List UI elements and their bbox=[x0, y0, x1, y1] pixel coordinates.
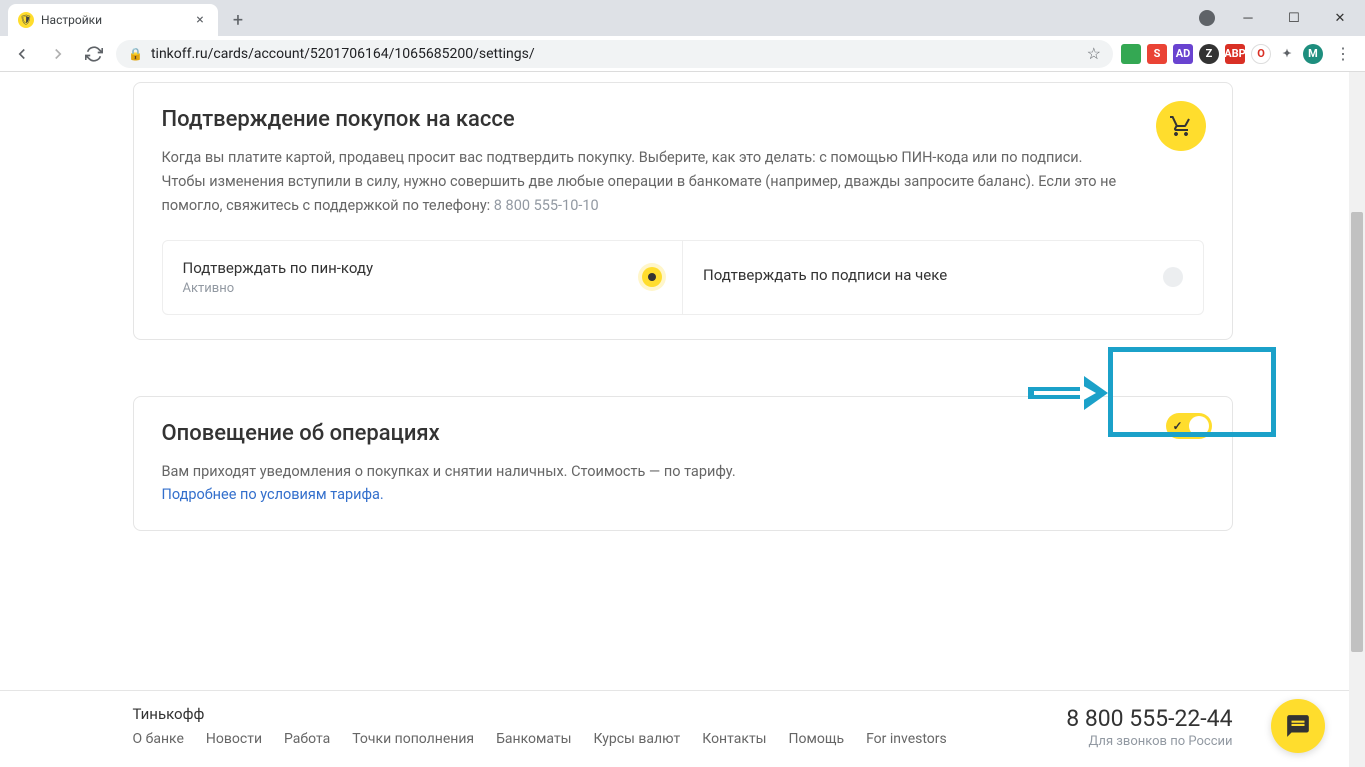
card-description: Вам приходят уведомления о покупках и сн… bbox=[162, 460, 1204, 506]
tariff-details-link[interactable]: Подробнее по условиям тарифа. bbox=[162, 486, 384, 503]
url-text: tinkoff.ru/cards/account/5201706164/1065… bbox=[151, 46, 535, 62]
extension-icon[interactable]: S bbox=[1147, 44, 1167, 64]
toggle-knob bbox=[1189, 416, 1209, 436]
card-description: Когда вы платите картой, продавец просит… bbox=[162, 146, 1122, 218]
scrollbar-thumb[interactable] bbox=[1351, 212, 1363, 652]
card-title: Подтверждение покупок на кассе bbox=[162, 107, 1204, 132]
footer-link[interactable]: Точки пополнения bbox=[352, 731, 474, 747]
browser-tab[interactable]: 🛡 Настройки × bbox=[8, 4, 218, 36]
footer-link[interactable]: Работа bbox=[284, 731, 330, 747]
maximize-button[interactable]: ☐ bbox=[1271, 3, 1317, 33]
footer-link[interactable]: Курсы валют bbox=[594, 731, 681, 747]
new-tab-button[interactable]: + bbox=[224, 6, 252, 34]
lock-icon: 🔒 bbox=[128, 47, 143, 61]
window-controls: ─ ☐ ✕ bbox=[1199, 0, 1365, 36]
reload-button[interactable] bbox=[80, 40, 108, 68]
minimize-button[interactable]: ─ bbox=[1225, 3, 1271, 33]
back-button[interactable] bbox=[8, 40, 36, 68]
account-circle-icon[interactable] bbox=[1199, 10, 1215, 26]
footer-link[interactable]: Помощь bbox=[789, 731, 845, 747]
extension-icon[interactable]: O bbox=[1251, 44, 1271, 64]
footer-link[interactable]: Банкоматы bbox=[496, 731, 571, 747]
footer-link[interactable]: О банке bbox=[133, 731, 184, 747]
purchase-confirmation-card: Подтверждение покупок на кассе Когда вы … bbox=[133, 82, 1233, 340]
bookmark-star-icon[interactable]: ☆ bbox=[1087, 44, 1101, 63]
browser-menu-button[interactable]: ⋮ bbox=[1329, 40, 1357, 68]
tab-title: Настройки bbox=[41, 13, 102, 27]
url-input[interactable]: 🔒 tinkoff.ru/cards/account/5201706164/10… bbox=[116, 40, 1113, 68]
extension-icon[interactable]: ABP bbox=[1225, 44, 1245, 64]
scrollbar-track[interactable] bbox=[1349, 72, 1365, 767]
extensions-puzzle-icon[interactable]: ✦ bbox=[1277, 44, 1297, 64]
option-title: Подтверждать по пин-коду bbox=[183, 259, 629, 277]
extension-icon[interactable] bbox=[1121, 44, 1141, 64]
option-subtitle: Активно bbox=[183, 281, 629, 296]
profile-avatar[interactable]: M bbox=[1303, 44, 1323, 64]
page-footer: Тинькофф О банке Новости Работа Точки попол… bbox=[0, 690, 1365, 767]
footer-phone: 8 800 555-22-44 bbox=[1066, 705, 1232, 732]
confirmation-options: Подтверждать по пин-коду Активно Подтвер… bbox=[162, 240, 1204, 315]
footer-brand: Тинькофф bbox=[133, 705, 1067, 723]
cart-icon bbox=[1156, 101, 1206, 151]
radio-unselected-icon bbox=[1163, 267, 1183, 287]
footer-link[interactable]: For investors bbox=[866, 731, 947, 747]
option-pin[interactable]: Подтверждать по пин-коду Активно bbox=[163, 241, 683, 314]
forward-button[interactable] bbox=[44, 40, 72, 68]
option-title: Подтверждать по подписи на чеке bbox=[703, 266, 1149, 284]
option-signature[interactable]: Подтверждать по подписи на чеке bbox=[682, 241, 1203, 314]
extension-icon[interactable]: AD bbox=[1173, 44, 1193, 64]
support-phone-link[interactable]: 8 800 555-10-10 bbox=[494, 197, 599, 214]
notifications-card: ✓ Оповещение об операциях Вам приходят у… bbox=[133, 396, 1233, 531]
page-content: Подтверждение покупок на кассе Когда вы … bbox=[0, 72, 1365, 767]
address-bar: 🔒 tinkoff.ru/cards/account/5201706164/10… bbox=[0, 36, 1365, 72]
footer-links: О банке Новости Работа Точки пополнения Банк… bbox=[133, 731, 1067, 747]
close-window-button[interactable]: ✕ bbox=[1317, 3, 1363, 33]
extensions-area: S AD Z ABP O ✦ M ⋮ bbox=[1121, 40, 1357, 68]
extension-icon[interactable]: Z bbox=[1199, 44, 1219, 64]
tab-close-icon[interactable]: × bbox=[192, 12, 208, 28]
footer-phone-sub: Для звонков по России bbox=[1066, 734, 1232, 749]
footer-link[interactable]: Контакты bbox=[702, 731, 766, 747]
card-title: Оповещение об операциях bbox=[162, 421, 1204, 446]
favicon-icon: 🛡 bbox=[18, 12, 34, 28]
browser-tab-bar: 🛡 Настройки × + ─ ☐ ✕ bbox=[0, 0, 1365, 36]
check-icon: ✓ bbox=[1173, 419, 1183, 433]
chat-fab-button[interactable] bbox=[1271, 699, 1325, 753]
radio-selected-icon bbox=[642, 267, 662, 287]
notifications-toggle[interactable]: ✓ bbox=[1166, 413, 1212, 439]
footer-link[interactable]: Новости bbox=[206, 731, 262, 747]
